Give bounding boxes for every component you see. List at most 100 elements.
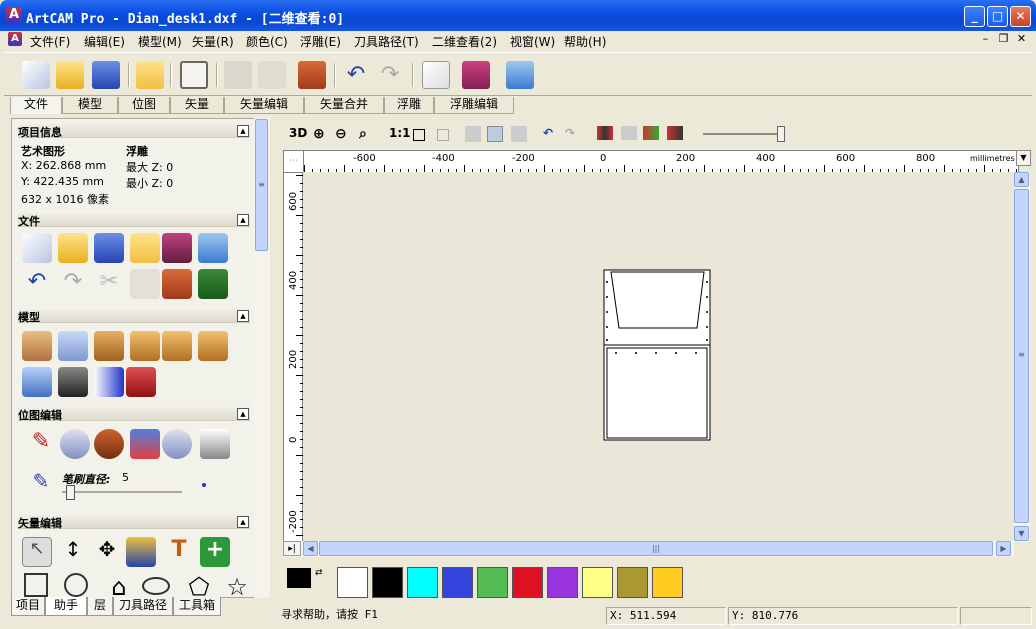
canvas-vscroll[interactable]: ▲ ≡ ▼ <box>1014 172 1030 542</box>
tab-relief-edit[interactable]: 浮雕编辑 <box>434 97 514 114</box>
fill-icon[interactable] <box>162 429 192 459</box>
canvas-hscroll-thumb[interactable]: ||| <box>319 541 993 556</box>
swap-colors-icon[interactable]: ⇄ <box>315 568 323 578</box>
menu-edit[interactable]: 编辑(E) <box>84 33 125 50</box>
tab-vector-merge[interactable]: 矢量合并 <box>304 97 384 114</box>
distribute-icon[interactable] <box>667 126 683 140</box>
color-swatch[interactable] <box>652 567 683 598</box>
vector-drawing[interactable] <box>303 172 1015 542</box>
zoom-region-icon[interactable]: ⌕ <box>359 126 367 144</box>
menu-model[interactable]: 模型(M) <box>138 33 182 50</box>
menu-toolpaths[interactable]: 刀具路径(T) <box>354 33 419 50</box>
model-origin-icon[interactable] <box>94 331 124 361</box>
canvas-hscroll[interactable]: ▸| ◀ ||| ▶ <box>283 541 1014 557</box>
tab-file[interactable]: 文件 <box>10 97 62 114</box>
align-left-icon[interactable] <box>597 126 613 140</box>
menu-help[interactable]: 帮助(H) <box>564 33 606 50</box>
color-swatch[interactable] <box>477 567 508 598</box>
palette-icon[interactable] <box>94 429 124 459</box>
model-resolution-icon[interactable] <box>58 331 88 361</box>
align-center-icon[interactable] <box>621 126 637 140</box>
zoom-out-icon[interactable]: ⊖ <box>335 126 347 144</box>
measure-icon[interactable] <box>126 537 156 567</box>
paint-bucket-icon[interactable] <box>60 429 90 459</box>
model-mirror-icon[interactable] <box>130 331 160 361</box>
zoom-1to1-button[interactable]: 1:1 <box>389 126 411 144</box>
tab-project[interactable]: 项目 <box>11 597 45 616</box>
star-icon[interactable]: ☆ <box>222 573 252 597</box>
align-right-icon[interactable] <box>643 126 659 140</box>
menu-2d-view[interactable]: 二维查看(2) <box>432 33 497 50</box>
tab-bitmap[interactable]: 位图 <box>118 97 170 114</box>
color-swatch[interactable] <box>617 567 648 598</box>
model-rotate-ccw-icon[interactable] <box>198 331 228 361</box>
copy-icon[interactable] <box>258 61 286 89</box>
contrast-slider-thumb[interactable] <box>777 126 785 142</box>
collapse-icon[interactable]: ▲ <box>237 214 249 226</box>
new-file-icon[interactable] <box>22 61 50 89</box>
pencil-icon[interactable]: ✎ <box>26 429 56 459</box>
ruler-dropdown-icon[interactable]: ▼ <box>1016 150 1031 166</box>
bitmap-to-vector-icon[interactable] <box>198 269 228 299</box>
book-icon[interactable] <box>462 61 490 89</box>
brush-slider-track[interactable] <box>62 491 182 493</box>
grid-icon[interactable] <box>22 367 52 397</box>
paste-icon[interactable] <box>162 269 192 299</box>
color-swatch[interactable] <box>547 567 578 598</box>
open-folder-icon[interactable] <box>58 233 88 263</box>
wizard-icon[interactable] <box>198 233 228 263</box>
cut-icon[interactable]: ✂ <box>94 269 124 299</box>
app-icon[interactable]: A <box>6 7 22 23</box>
save-icon[interactable] <box>94 233 124 263</box>
fit-model-icon[interactable] <box>437 129 449 141</box>
toggle-relief-icon[interactable] <box>487 126 503 142</box>
collapse-icon[interactable]: ▲ <box>237 408 249 420</box>
circle-icon[interactable] <box>64 573 88 597</box>
zoom-in-icon[interactable]: ⊕ <box>313 126 325 144</box>
tab-vector[interactable]: 矢量 <box>170 97 224 114</box>
redo-icon[interactable]: ↷ <box>376 61 404 89</box>
menu-color[interactable]: 颜色(C) <box>246 33 288 50</box>
copy-icon[interactable] <box>130 269 160 299</box>
scroll-up-icon[interactable]: ▲ <box>1014 172 1029 187</box>
add-vector-icon[interactable]: + <box>200 537 230 567</box>
mdi-restore-icon[interactable]: ❐ <box>996 32 1011 47</box>
fit-page-icon[interactable] <box>413 129 425 141</box>
brush-slider-thumb[interactable] <box>65 485 75 500</box>
color-swatch[interactable] <box>372 567 403 598</box>
scroll-left-icon[interactable]: ◀ <box>303 541 318 556</box>
desk-outline[interactable] <box>603 269 711 441</box>
menu-vector[interactable]: 矢量(R) <box>192 33 234 50</box>
gradient-icon[interactable] <box>94 367 124 397</box>
color-swatch[interactable] <box>582 567 613 598</box>
polyline-icon[interactable]: ⌂ <box>104 573 134 597</box>
tab-layers[interactable]: 层 <box>87 597 113 616</box>
notes-icon[interactable] <box>422 61 450 89</box>
scroll-down-icon[interactable]: ▼ <box>1014 526 1029 541</box>
text-tool-icon[interactable]: T <box>164 537 194 567</box>
color-swatch[interactable] <box>337 567 368 598</box>
menu-file[interactable]: 文件(F) <box>30 33 70 50</box>
undo-icon[interactable]: ↶ <box>22 269 52 299</box>
gray-swatch-icon[interactable] <box>200 429 230 459</box>
tab-vector-edit[interactable]: 矢量编辑 <box>224 97 304 114</box>
color-swatch[interactable] <box>512 567 543 598</box>
undo-icon[interactable]: ↶ <box>342 61 370 89</box>
ruler-corner-icon[interactable]: ⋯ <box>284 151 304 173</box>
design-canvas[interactable] <box>303 172 1015 542</box>
new-file-icon[interactable] <box>22 233 52 263</box>
color-swatch[interactable] <box>407 567 438 598</box>
mdi-minimize-icon[interactable]: – <box>978 32 993 47</box>
tab-model[interactable]: 模型 <box>62 97 118 114</box>
tab-assistant[interactable]: 助手 <box>45 597 87 616</box>
contrast-slider-track[interactable] <box>703 133 783 135</box>
menu-relief[interactable]: 浮雕(E) <box>300 33 341 50</box>
canvas-vscroll-thumb[interactable]: ≡ <box>1014 189 1029 523</box>
rectangle-icon[interactable] <box>24 573 48 597</box>
open-folder-icon[interactable] <box>56 61 84 89</box>
polygon-icon[interactable]: ⬠ <box>184 573 214 597</box>
page-nav-icon[interactable]: ▸| <box>283 541 301 556</box>
import-bitmap-icon[interactable] <box>130 233 160 263</box>
grayscale-icon[interactable] <box>58 367 88 397</box>
select-arrow-icon[interactable]: ↖ <box>22 537 52 567</box>
